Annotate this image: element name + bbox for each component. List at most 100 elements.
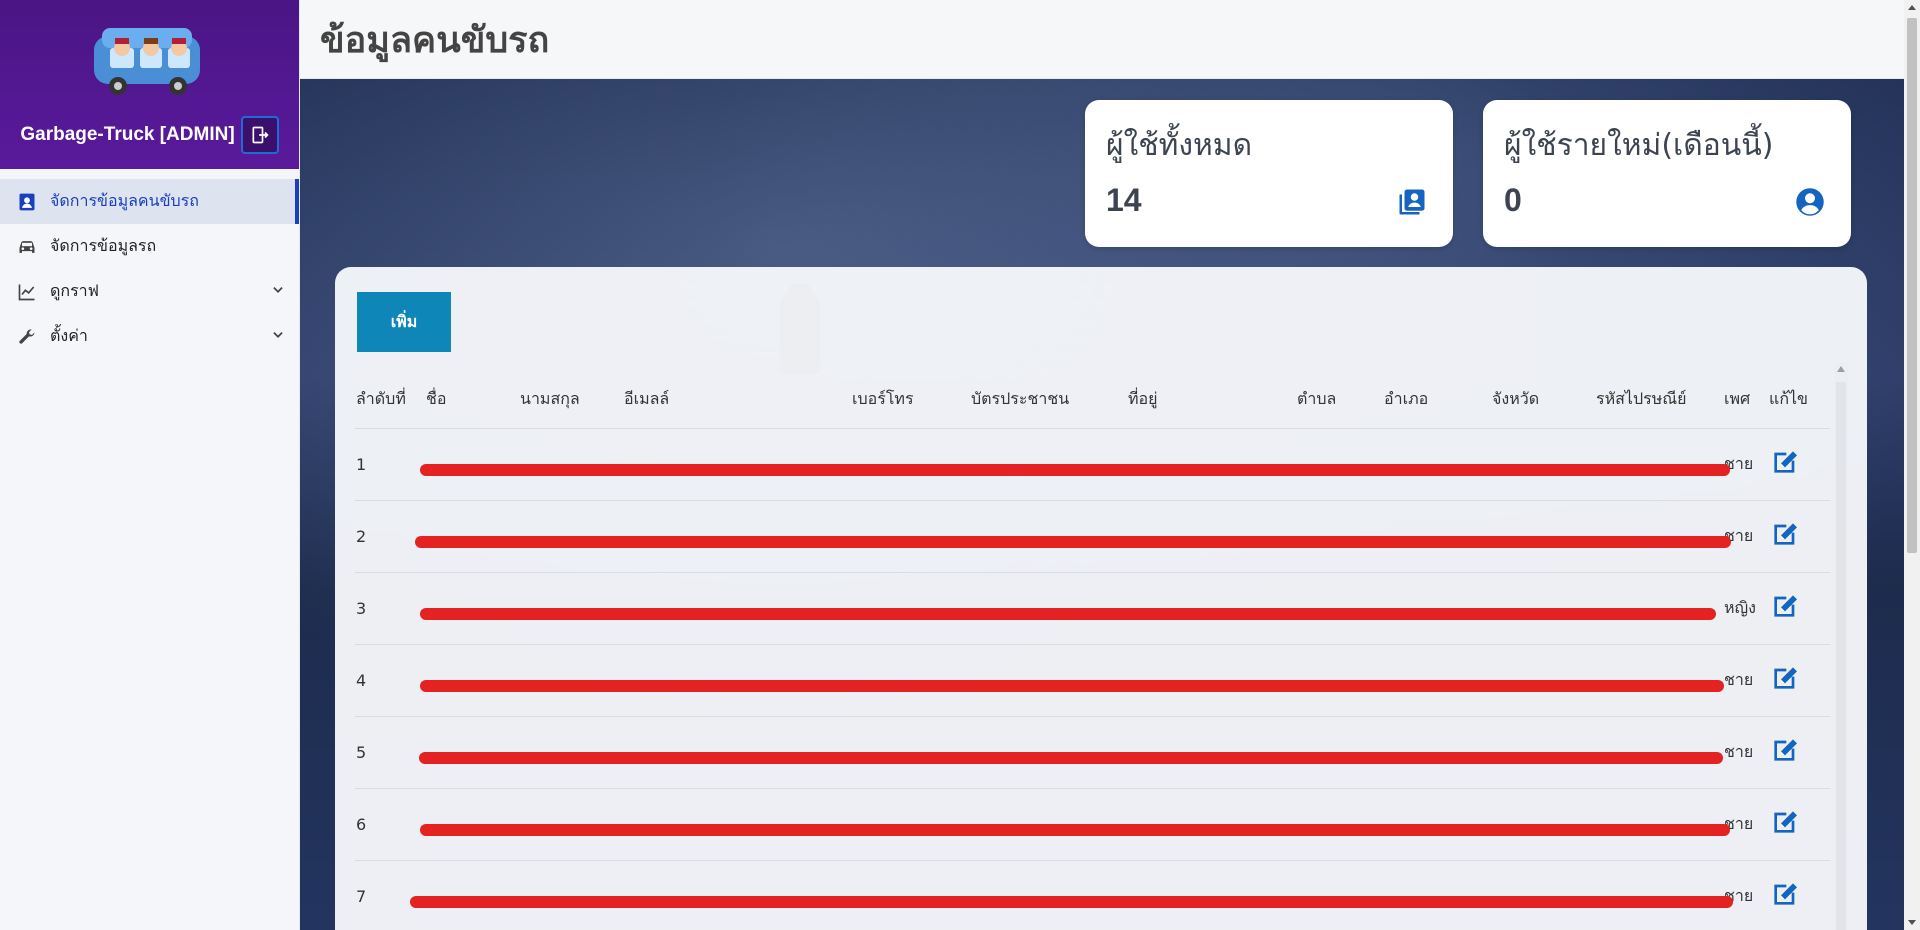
main-content: ข้อมูลคนขับรถ ผู้ใช้ทั้งหมด 14 ผู้ใช้ราย… xyxy=(300,0,1904,930)
chevron-down-icon xyxy=(273,287,283,293)
chevron-down-icon xyxy=(273,332,283,338)
col-header-no[interactable]: ลำดับที่ xyxy=(355,362,425,429)
add-button[interactable]: เพิ่ม xyxy=(357,292,451,352)
wrench-icon xyxy=(16,326,38,348)
cell-redacted xyxy=(970,860,1127,930)
cell-redacted xyxy=(425,860,519,930)
redaction-line xyxy=(410,896,1733,908)
table-header-row: ลำดับที่ ชื่อ นามสกุล อีเมลล์ เบอร์โทร บ… xyxy=(355,362,1830,429)
logout-button[interactable] xyxy=(240,116,279,154)
col-header-address[interactable]: ที่อยู่ xyxy=(1127,362,1296,429)
col-header-district[interactable]: อำเภอ xyxy=(1383,362,1491,429)
cell-redacted xyxy=(519,860,623,930)
sidebar-header: Garbage-Truck [ADMIN] xyxy=(0,0,299,169)
cell-no: 1 xyxy=(355,428,425,501)
sidebar: Garbage-Truck [ADMIN] จัดการข้อมูลคนขับร… xyxy=(0,0,300,930)
cell-edit xyxy=(1768,716,1830,789)
table-row: 7 ชาย xyxy=(355,860,1830,930)
cell-redacted xyxy=(1491,860,1595,930)
col-header-subdistrict[interactable]: ตำบล xyxy=(1296,362,1383,429)
cell-gender: ชาย xyxy=(1723,788,1768,861)
cell-redacted xyxy=(1296,860,1383,930)
sidebar-item-drivers[interactable]: จัดการข้อมูลคนขับรถ xyxy=(0,179,299,224)
edit-icon[interactable] xyxy=(1769,806,1801,838)
cell-no: 6 xyxy=(355,788,425,861)
scroll-thumb[interactable] xyxy=(1907,18,1917,553)
cell-edit xyxy=(1768,572,1830,645)
redaction-line xyxy=(419,752,1723,764)
cell-gender: ชาย xyxy=(1723,500,1768,573)
page-title: ข้อมูลคนขับรถ xyxy=(320,19,550,61)
col-header-edit[interactable]: แก้ไข xyxy=(1768,362,1830,429)
cell-no: 3 xyxy=(355,572,425,645)
edit-icon[interactable] xyxy=(1769,662,1801,694)
sidebar-item-label: จัดการข้อมูลคนขับรถ xyxy=(50,191,199,210)
scroll-thumb[interactable] xyxy=(1836,382,1846,930)
scroll-up-arrow-icon[interactable] xyxy=(1908,5,1916,10)
total-users-card: ผู้ใช้ทั้งหมด 14 xyxy=(1085,100,1453,247)
edit-icon[interactable] xyxy=(1769,878,1801,910)
total-users-label: ผู้ใช้ทั้งหมด xyxy=(1106,128,1253,163)
sidebar-item-settings[interactable]: ตั้งค่า xyxy=(0,314,299,359)
new-users-card: ผู้ใช้รายใหม่(เดือนนี้) 0 xyxy=(1483,100,1851,247)
redaction-line xyxy=(420,464,1730,476)
cell-gender: ชาย xyxy=(1723,716,1768,789)
total-users-value: 14 xyxy=(1106,182,1142,218)
sidebar-item-vehicles[interactable]: จัดการข้อมูลรถ xyxy=(0,224,299,269)
top-bar: ข้อมูลคนขับรถ xyxy=(300,0,1904,79)
line-chart-icon xyxy=(16,281,38,303)
cell-no: 5 xyxy=(355,716,425,789)
cell-redacted xyxy=(851,860,970,930)
drivers-table: ลำดับที่ ชื่อ นามสกุล อีเมลล์ เบอร์โทร บ… xyxy=(355,362,1830,930)
account-circle-icon xyxy=(1796,188,1824,216)
scroll-down-arrow-icon[interactable] xyxy=(1908,920,1916,925)
cell-gender: ชาย xyxy=(1723,860,1768,930)
col-header-lastname[interactable]: นามสกุล xyxy=(519,362,623,429)
cell-redacted xyxy=(1595,860,1723,930)
cell-redacted xyxy=(623,860,851,930)
col-header-province[interactable]: จังหวัด xyxy=(1491,362,1595,429)
col-header-firstname[interactable]: ชื่อ xyxy=(425,362,519,429)
sidebar-menu: จัดการข้อมูลคนขับรถ จัดการข้อมูลรถ ดูกรา… xyxy=(0,169,299,359)
scroll-up-arrow-icon[interactable] xyxy=(1837,366,1845,372)
logout-icon xyxy=(252,126,269,144)
edit-icon[interactable] xyxy=(1769,446,1801,478)
redaction-line xyxy=(420,824,1730,836)
edit-icon[interactable] xyxy=(1769,590,1801,622)
sidebar-item-label: จัดการข้อมูลรถ xyxy=(50,236,157,255)
redaction-line xyxy=(415,536,1731,548)
col-header-phone[interactable]: เบอร์โทร xyxy=(851,362,970,429)
cell-no: 4 xyxy=(355,644,425,717)
sidebar-item-charts[interactable]: ดูกราฟ xyxy=(0,269,299,314)
cell-edit xyxy=(1768,644,1830,717)
cell-edit xyxy=(1768,500,1830,573)
contact-card-icon xyxy=(16,191,38,213)
cell-gender: ชาย xyxy=(1723,428,1768,501)
garbage-truck-logo xyxy=(94,28,200,95)
brand-name: Garbage-Truck [ADMIN] xyxy=(20,124,235,145)
drivers-table-wrap: ลำดับที่ ชื่อ นามสกุล อีเมลล์ เบอร์โทร บ… xyxy=(355,362,1848,930)
sidebar-item-label: ดูกราฟ xyxy=(50,281,99,300)
cell-edit xyxy=(1768,428,1830,501)
new-users-label: ผู้ใช้รายใหม่(เดือนนี้) xyxy=(1504,128,1774,163)
cell-gender: หญิง xyxy=(1723,572,1768,645)
col-header-email[interactable]: อีเมลล์ xyxy=(623,362,851,429)
drivers-panel: เพิ่ม ลำดับที่ ชื่อ นามสกุล อีเมลล์ เบอร… xyxy=(335,267,1867,930)
redaction-line xyxy=(420,680,1724,692)
col-header-postcode[interactable]: รหัสไปรษณีย์ xyxy=(1595,362,1723,429)
edit-icon[interactable] xyxy=(1769,734,1801,766)
col-header-gender[interactable]: เพศ xyxy=(1723,362,1768,429)
page-scrollbar[interactable] xyxy=(1904,0,1920,930)
redaction-line xyxy=(420,608,1716,620)
cell-redacted xyxy=(1127,860,1296,930)
cell-no: 2 xyxy=(355,500,425,573)
car-icon xyxy=(16,236,38,258)
sidebar-item-label: ตั้งค่า xyxy=(50,326,88,345)
cell-redacted xyxy=(1383,860,1491,930)
table-scrollbar[interactable] xyxy=(1834,362,1848,930)
cell-edit xyxy=(1768,788,1830,861)
cell-edit xyxy=(1768,860,1830,930)
col-header-idcard[interactable]: บัตรประชาชน xyxy=(970,362,1127,429)
new-users-value: 0 xyxy=(1504,182,1522,218)
edit-icon[interactable] xyxy=(1769,518,1801,550)
